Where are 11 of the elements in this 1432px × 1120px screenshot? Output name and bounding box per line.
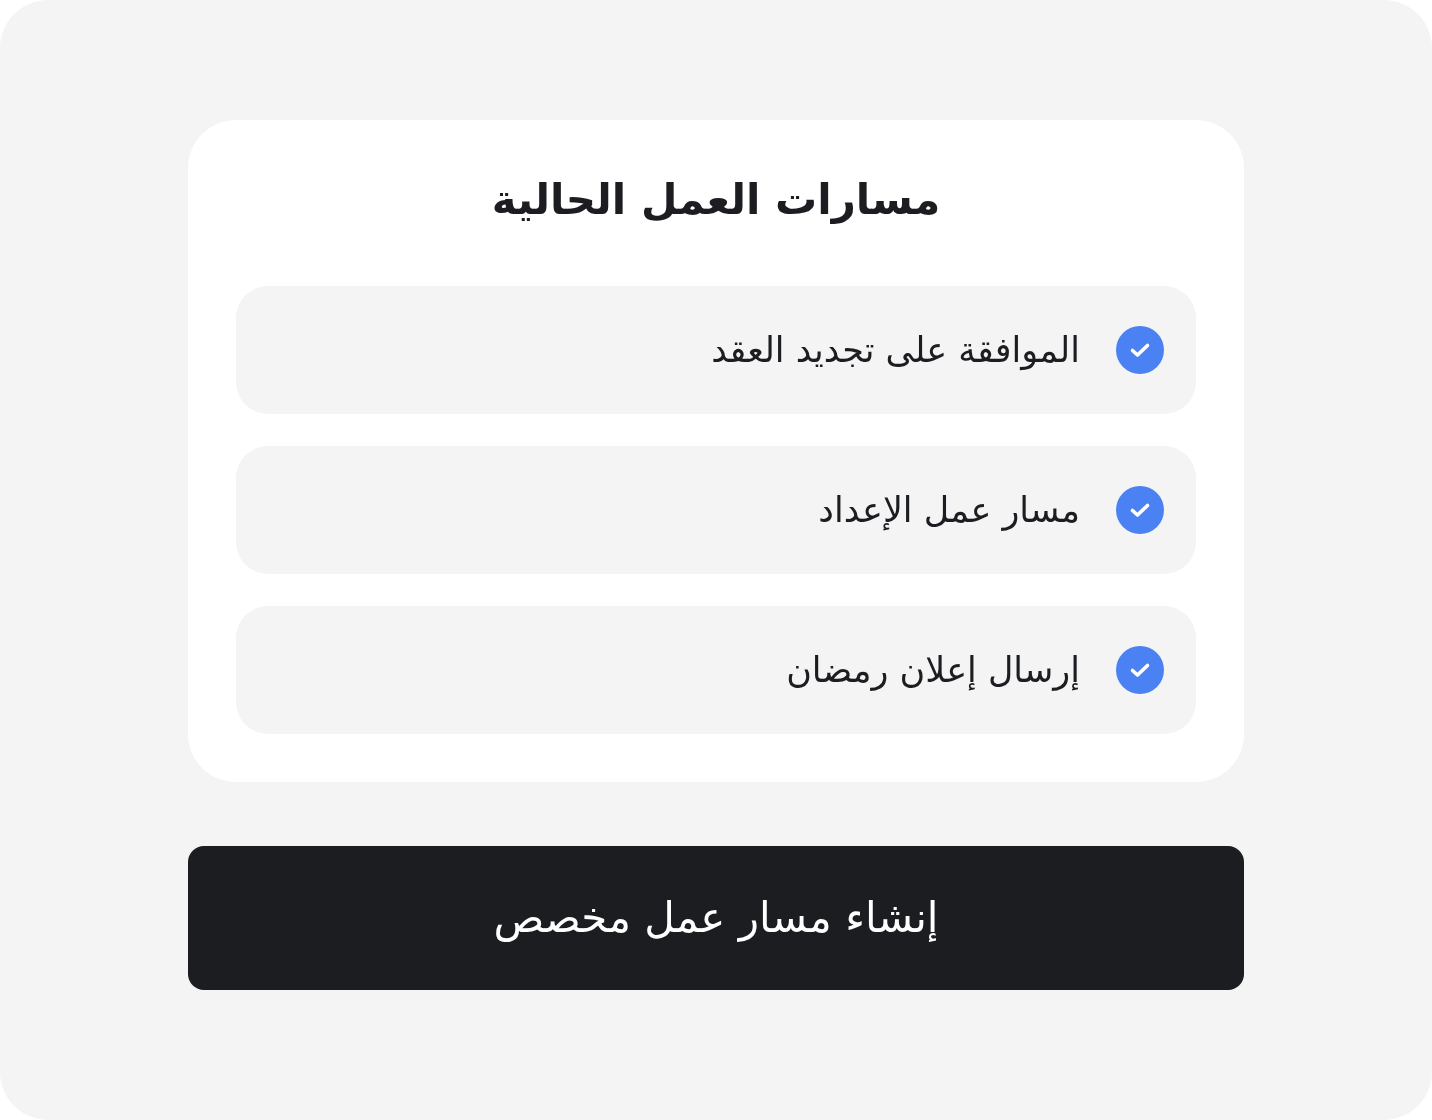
workflow-item[interactable]: مسار عمل الإعداد	[236, 446, 1196, 574]
check-circle-icon[interactable]	[1116, 486, 1164, 534]
workflow-item[interactable]: الموافقة على تجديد العقد	[236, 286, 1196, 414]
workflow-item[interactable]: إرسال إعلان رمضان	[236, 606, 1196, 734]
card-title: مسارات العمل الحالية	[490, 174, 942, 226]
workflow-label: الموافقة على تجديد العقد	[711, 329, 1080, 373]
workflow-label: إرسال إعلان رمضان	[786, 649, 1080, 693]
workflow-label: مسار عمل الإعداد	[818, 489, 1080, 533]
check-circle-icon[interactable]	[1116, 326, 1164, 374]
create-workflow-button[interactable]: إنشاء مسار عمل مخصص	[188, 846, 1244, 990]
check-circle-icon[interactable]	[1116, 646, 1164, 694]
